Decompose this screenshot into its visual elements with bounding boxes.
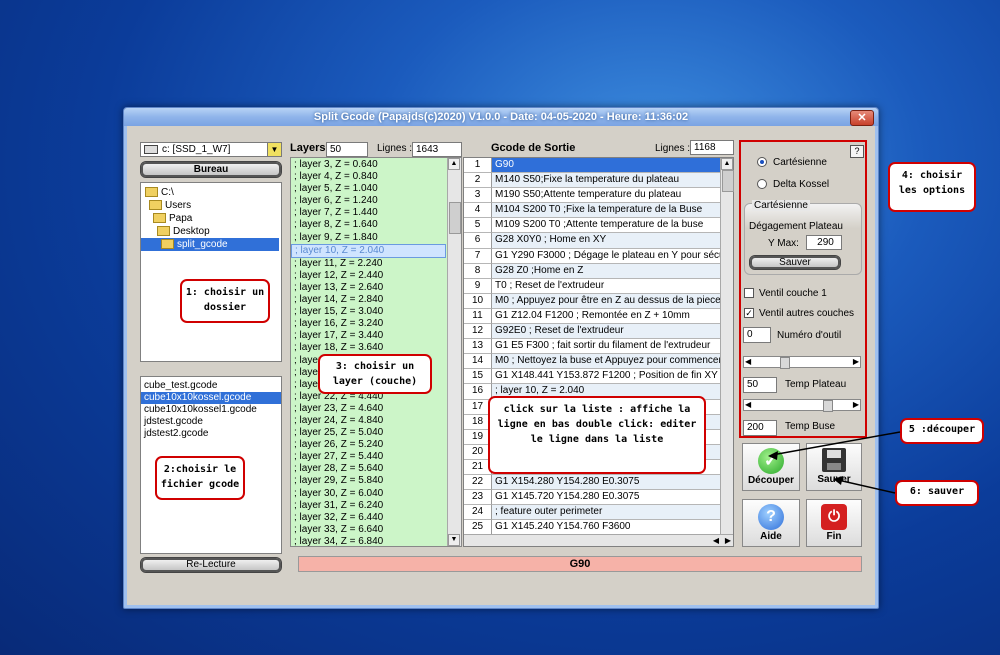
arrow-6 (837, 479, 896, 494)
arrow-5-head (768, 451, 778, 460)
callout-arrows (768, 431, 901, 494)
arrow-6-head (833, 476, 843, 485)
arrow-5 (771, 431, 901, 456)
